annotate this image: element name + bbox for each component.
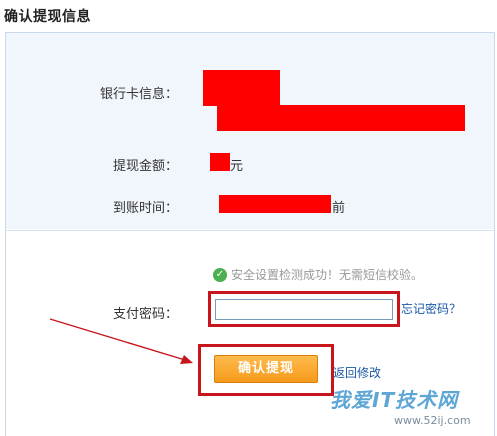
withdraw-info-section: 银行卡信息： 提现金额： 元 到账时间： 前 [6, 33, 494, 229]
redacted-arrival-time [219, 195, 331, 213]
payment-password-input[interactable] [215, 299, 393, 320]
amount-label: 提现金额： [112, 159, 178, 174]
forgot-password-link[interactable]: 忘记密码？ [401, 300, 461, 317]
payment-password-label: 支付密码： [112, 307, 178, 322]
confirm-withdraw-button[interactable]: 确认提现 [214, 355, 318, 383]
page-title: 确认提现信息 [4, 9, 91, 25]
bank-card-label: 银行卡信息： [99, 87, 178, 102]
withdraw-confirm-panel: 银行卡信息： 提现金额： 元 到账时间： 前 ✓ 安全设置检测成功！无需短信校验… [5, 32, 495, 436]
security-check-text: 安全设置检测成功！无需短信校验。 [231, 268, 424, 282]
redacted-amount [210, 153, 230, 171]
amount-unit: 元 [230, 159, 244, 174]
site-watermark: 我爱IT技术网 www.52ij.com [330, 384, 492, 430]
watermark-brand: 我爱IT技术网 [330, 388, 459, 412]
back-to-edit-link[interactable]: 返回修改 [333, 364, 381, 381]
security-check-message: ✓ 安全设置检测成功！无需短信校验。 [213, 266, 423, 283]
redacted-bank-account [217, 105, 465, 131]
password-highlight-box [208, 291, 400, 327]
watermark-url: www.52ij.com [394, 414, 471, 427]
checkmark-icon: ✓ [213, 267, 227, 282]
confirm-button-highlight-box: 确认提现 [198, 344, 334, 396]
arrival-time-label: 到账时间： [112, 201, 178, 216]
redacted-bank-name [203, 70, 280, 106]
arrival-time-suffix: 前 [332, 201, 346, 216]
